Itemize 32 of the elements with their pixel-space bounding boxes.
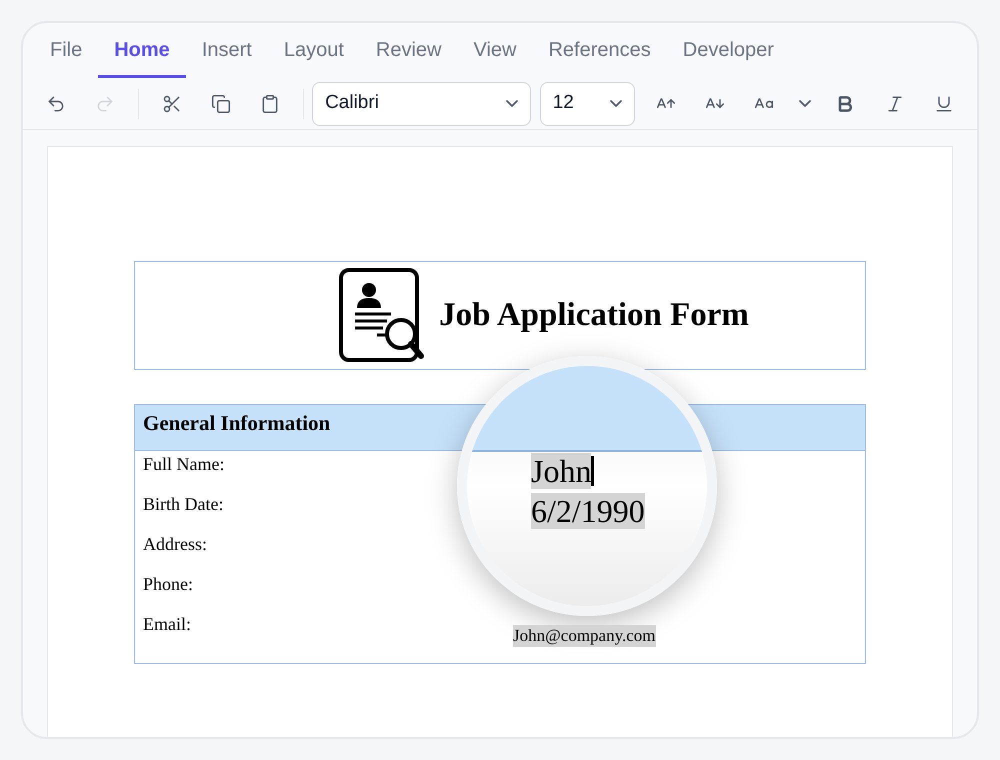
menu-tab[interactable]: References bbox=[532, 35, 667, 78]
chevron-down-icon bbox=[506, 100, 518, 107]
undo-icon bbox=[46, 94, 66, 114]
magnified-field-value: John bbox=[531, 453, 592, 489]
clipboard-icon bbox=[260, 94, 280, 114]
magnified-field-value: 6/2/1990 bbox=[531, 493, 645, 529]
menu-tab[interactable]: Developer bbox=[666, 35, 790, 78]
field-value: John@company.com bbox=[513, 625, 656, 647]
font-select-value: Calibri bbox=[325, 91, 379, 116]
menu-tab[interactable]: File bbox=[34, 35, 98, 78]
applicant-search-icon bbox=[339, 268, 426, 364]
section-title: General Information bbox=[143, 411, 330, 435]
scissors-icon bbox=[162, 94, 182, 114]
menu-tab[interactable]: Layout bbox=[268, 35, 360, 78]
field-label: Full Name: bbox=[142, 453, 226, 476]
field-label: Phone: bbox=[142, 573, 194, 596]
field-label: Address: bbox=[142, 533, 208, 556]
chevron-down-icon bbox=[798, 100, 811, 107]
font-size-select[interactable]: 12 bbox=[540, 82, 635, 126]
form-title: Job Application Form bbox=[439, 296, 749, 335]
font-size-select-value: 12 bbox=[552, 91, 574, 116]
copy-icon bbox=[210, 94, 231, 114]
field-label: Email: bbox=[142, 613, 192, 636]
menu-tab[interactable]: View bbox=[457, 35, 532, 78]
menu-tab[interactable]: Home bbox=[98, 35, 186, 78]
font-select[interactable]: Calibri bbox=[312, 82, 531, 126]
chevron-down-icon bbox=[610, 100, 622, 107]
menu-tab[interactable]: Insert bbox=[186, 35, 268, 78]
underline-icon bbox=[934, 94, 954, 114]
redo-icon bbox=[95, 94, 116, 114]
field-label: Birth Date: bbox=[142, 493, 224, 516]
menu-tab[interactable]: Review bbox=[360, 35, 458, 78]
